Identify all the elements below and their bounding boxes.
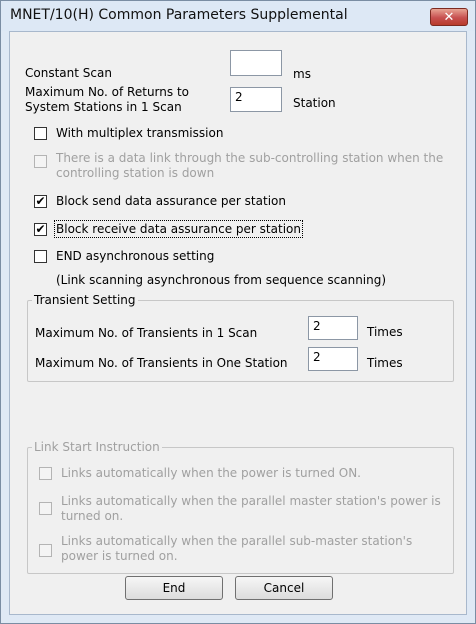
max-returns-input[interactable]: 2	[230, 87, 282, 112]
sub-controlling-label-line2: controlling station is down	[56, 166, 215, 180]
block-receive-label: Block receive data assurance per station	[54, 220, 303, 238]
check-icon: ✔	[35, 194, 46, 208]
title-bar[interactable]: MNET/10(H) Common Parameters Supplementa…	[1, 1, 475, 31]
link-start-parallel-master-label-line2: turned on.	[61, 509, 124, 523]
end-async-label: END asynchronous setting	[56, 249, 215, 263]
cancel-button[interactable]: Cancel	[235, 576, 333, 600]
block-send-checkbox[interactable]: ✔	[34, 195, 47, 208]
block-send-label: Block send data assurance per station	[56, 194, 286, 208]
transients-per-scan-unit: Times	[367, 325, 403, 339]
link-start-title: Link Start Instruction	[32, 440, 162, 454]
max-returns-label-line2: System Stations in 1 Scan	[25, 100, 182, 114]
constant-scan-label: Constant Scan	[25, 66, 112, 80]
transients-per-scan-label: Maximum No. of Transients in 1 Scan	[35, 326, 258, 340]
max-returns-unit: Station	[293, 96, 336, 110]
dialog-client-area: Constant Scan ms Maximum No. of Returns …	[9, 31, 467, 615]
end-async-checkbox[interactable]	[34, 250, 47, 263]
max-returns-label-line1: Maximum No. of Returns to	[25, 85, 189, 99]
link-start-power-on-label: Links automatically when the power is tu…	[61, 466, 361, 480]
link-start-parallel-master-label-line1: Links automatically when the parallel ma…	[61, 494, 441, 508]
sub-controlling-checkbox[interactable]	[34, 155, 47, 168]
end-async-note: (Link scanning asynchronous from sequenc…	[56, 273, 387, 287]
link-start-parallel-submaster-checkbox[interactable]	[39, 544, 52, 557]
close-icon: ✕	[443, 10, 455, 25]
check-icon: ✔	[35, 222, 46, 236]
transients-per-scan-input[interactable]: 2	[308, 316, 358, 340]
link-start-parallel-master-checkbox[interactable]	[39, 502, 52, 515]
dialog-title: MNET/10(H) Common Parameters Supplementa…	[10, 7, 348, 23]
transients-per-station-label: Maximum No. of Transients in One Station	[35, 356, 288, 370]
constant-scan-input[interactable]	[230, 50, 282, 76]
multiplex-checkbox[interactable]	[34, 127, 47, 140]
close-button[interactable]: ✕	[430, 8, 468, 26]
block-receive-checkbox[interactable]: ✔	[34, 223, 47, 236]
link-start-power-on-checkbox[interactable]	[39, 467, 52, 480]
transient-setting-title: Transient Setting	[32, 293, 138, 307]
constant-scan-unit: ms	[293, 67, 311, 81]
transients-per-station-input[interactable]: 2	[308, 347, 358, 371]
end-button[interactable]: End	[125, 576, 223, 600]
transients-per-station-unit: Times	[367, 356, 403, 370]
link-start-parallel-submaster-label-line2: power is turned on.	[61, 549, 178, 563]
link-start-parallel-submaster-label-line1: Links automatically when the parallel su…	[61, 534, 413, 548]
sub-controlling-label-line1: There is a data link through the sub-con…	[56, 151, 444, 165]
dialog-window: MNET/10(H) Common Parameters Supplementa…	[0, 0, 476, 624]
multiplex-label: With multiplex transmission	[56, 126, 224, 140]
